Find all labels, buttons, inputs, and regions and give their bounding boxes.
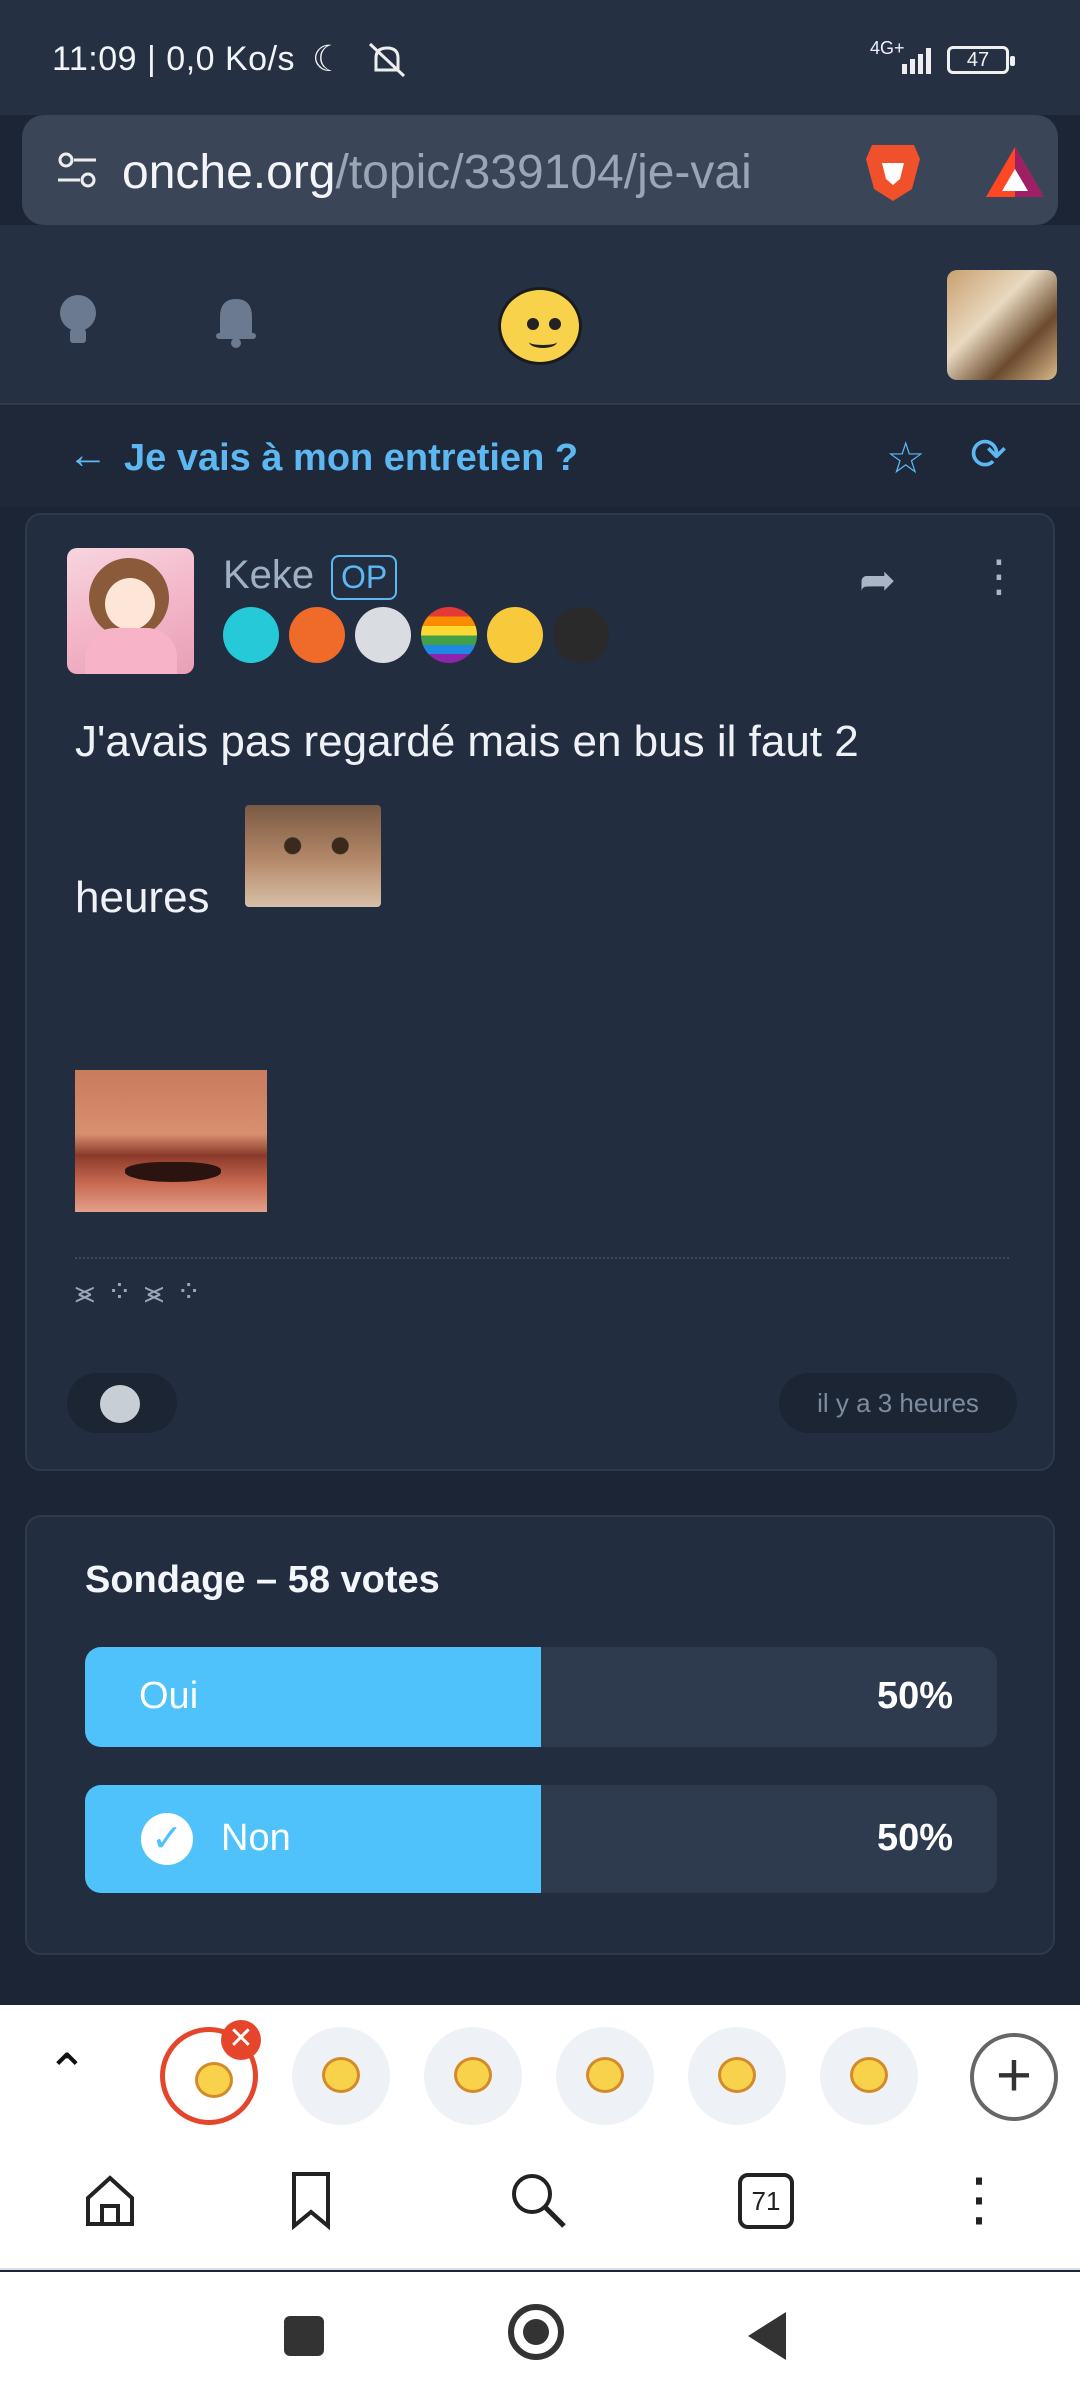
home-icon[interactable]: [80, 2165, 140, 2235]
stars-badge-icon: [223, 607, 279, 663]
tab-3[interactable]: [424, 2027, 522, 2125]
status-bar: 11:09 | 0,0 Ko/s ☾ 4G+ 47: [0, 0, 1080, 115]
notifications-bell-icon[interactable]: [212, 293, 260, 349]
onche-favicon-icon: [322, 2057, 360, 2093]
tab-4[interactable]: [556, 2027, 654, 2125]
poll-option-label: Non: [221, 1817, 291, 1859]
author-avatar[interactable]: [67, 548, 194, 674]
battery-indicator: 47: [947, 46, 1015, 74]
poll-option-percent: 50%: [876, 1817, 953, 1859]
onche-favicon-icon: [586, 2057, 624, 2093]
user-avatar[interactable]: [947, 270, 1057, 380]
moon-icon: ☾: [312, 38, 345, 79]
recent-apps-icon[interactable]: [284, 2316, 324, 2356]
mustache-man-sticker-image: [75, 1070, 267, 1212]
post-text-line1: J'avais pas regardé mais en bus il faut …: [75, 717, 859, 766]
search-icon[interactable]: [508, 2165, 568, 2235]
tab-6[interactable]: [820, 2027, 918, 2125]
tab-strip: ⌃ ✕ +: [0, 2005, 1080, 2135]
post-timestamp: il y a 3 heures: [779, 1373, 1017, 1433]
refresh-icon[interactable]: ⟳: [970, 429, 1007, 480]
onche-logo-icon[interactable]: [498, 287, 582, 365]
poll-option-percent: 50%: [876, 1675, 953, 1717]
tab-5[interactable]: [688, 2027, 786, 2125]
poll-title: Sondage – 58 votes: [85, 1559, 440, 1601]
tab-count-button[interactable]: 71: [738, 2173, 794, 2229]
post-card: Keke OP ➦ ⋮ J'avais pas regardé mais en …: [25, 513, 1055, 1471]
system-back-icon[interactable]: [748, 2312, 786, 2360]
tab-1[interactable]: ✕: [160, 2020, 261, 2125]
site-header: [0, 225, 1080, 405]
url-bar[interactable]: onche.org/topic/339104/je-vai: [22, 115, 1058, 225]
back-arrow-icon[interactable]: ←: [68, 433, 108, 478]
bell-muted-icon: [368, 42, 406, 78]
reaction-face-icon: [100, 1385, 140, 1423]
smiley-badge-icon: [487, 607, 543, 663]
url-path: /topic/339104/je-vai: [335, 146, 752, 199]
checkmark-icon: ✓: [141, 1813, 193, 1865]
poll-option-label: Oui: [139, 1675, 199, 1717]
browser-bottom-nav: 71 ⋮: [0, 2135, 1080, 2270]
poll-option-oui[interactable]: Oui 50%: [85, 1647, 997, 1747]
chevron-up-icon[interactable]: ⌃: [46, 2043, 88, 2101]
system-home-icon[interactable]: [508, 2304, 564, 2360]
more-options-icon[interactable]: ⋮: [977, 551, 1021, 602]
tab-2[interactable]: [292, 2027, 390, 2125]
system-nav-bar: [0, 2272, 1080, 2400]
url-text[interactable]: onche.org/topic/339104/je-vai: [122, 145, 842, 200]
lightbulb-icon[interactable]: [56, 293, 100, 349]
poll-card: Sondage – 58 votes Oui 50% ✓ Non 50%: [25, 1515, 1055, 1955]
new-tab-button[interactable]: +: [970, 2033, 1058, 2121]
topic-header: ← Je vais à mon entretien ? ☆ ⟳: [0, 407, 1080, 507]
onche-favicon-icon: [195, 2062, 233, 2098]
share-icon[interactable]: ➦: [859, 555, 896, 606]
signal-icon: [902, 48, 931, 74]
favorite-star-icon[interactable]: ☆: [886, 433, 925, 484]
zero-tout-badge-icon: [553, 607, 609, 663]
post-signature: ⪤ ⁘ ⪤ ⁘: [75, 1276, 204, 1309]
onche-favicon-icon: [718, 2057, 756, 2093]
author-username[interactable]: Keke: [223, 553, 314, 598]
rainbow-badge-icon: [421, 607, 477, 663]
brave-shields-icon[interactable]: [862, 139, 924, 205]
add-reaction-button[interactable]: [67, 1373, 177, 1433]
cat-sticker-image: [245, 805, 381, 907]
bookmark-icon[interactable]: [286, 2165, 336, 2235]
poll-option-non[interactable]: ✓ Non 50%: [85, 1785, 997, 1893]
harold-badge-icon: [355, 607, 411, 663]
signature-divider: [75, 1257, 1009, 1259]
op-badge: OP: [331, 555, 398, 600]
brave-rewards-icon[interactable]: [984, 143, 1046, 201]
onche-favicon-icon: [454, 2057, 492, 2093]
close-tab-icon[interactable]: ✕: [221, 2020, 261, 2060]
status-time: 11:09 | 0,0 Ko/s: [52, 40, 296, 78]
topic-title[interactable]: Je vais à mon entretien ?: [124, 437, 578, 480]
url-domain: onche.org: [122, 146, 336, 199]
menu-more-icon[interactable]: ⋮: [950, 2165, 1008, 2235]
rooster-badge-icon: [289, 607, 345, 663]
site-settings-icon[interactable]: [54, 147, 100, 193]
onche-favicon-icon: [850, 2057, 888, 2093]
post-text-line2: heures: [75, 873, 210, 922]
